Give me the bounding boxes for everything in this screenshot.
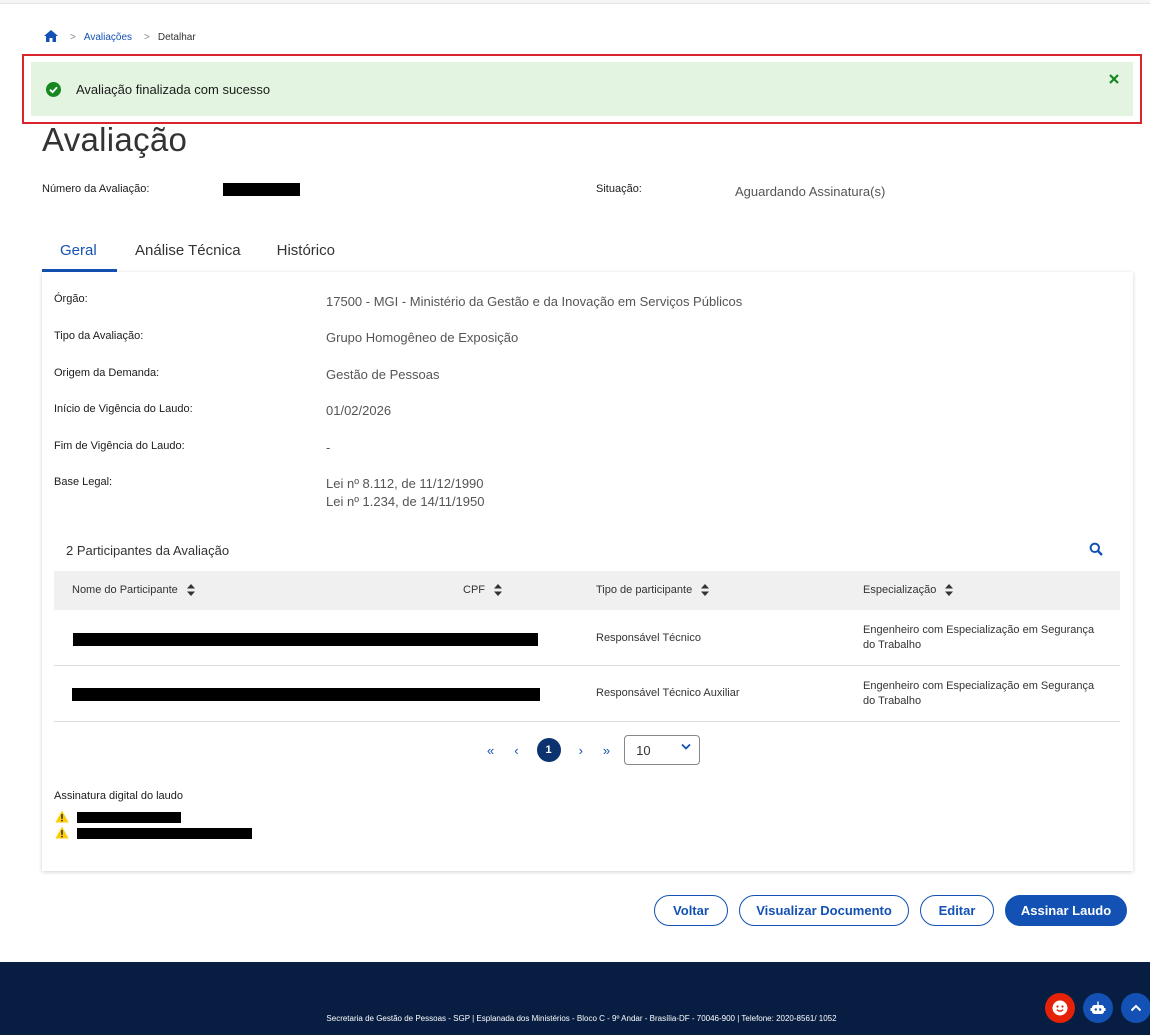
chevron-down-icon (681, 743, 691, 750)
chevron-up-icon[interactable] (1121, 993, 1150, 1023)
base-legal-label: Base Legal: (54, 476, 113, 488)
top-bar (0, 0, 1150, 4)
tab-historico[interactable]: Histórico (259, 238, 353, 272)
column-header-tipo[interactable]: Tipo de participante (596, 584, 710, 596)
table-row: Responsável Técnico Auxiliar Engenheiro … (54, 667, 1120, 722)
participant-especializacao: Engenheiro com Especialização em Seguran… (863, 679, 1094, 709)
page-size-select[interactable]: 10 (624, 735, 701, 765)
editar-button[interactable]: Editar (920, 895, 994, 926)
participants-title: 2 Participantes da Avaliação (66, 543, 230, 558)
especializacao-line: Engenheiro com Especialização em Seguran… (863, 680, 1095, 692)
redacted-numero-avaliacao (223, 183, 300, 196)
page-title: Avaliação (42, 121, 188, 158)
warning-icon (55, 810, 69, 823)
redacted-participant-name-cpf (72, 688, 540, 701)
last-page-button[interactable]: » (603, 743, 610, 758)
breadcrumb-chevron-icon: > (70, 31, 76, 43)
footer: Secretaria de Gestão de Pessoas - SGP | … (0, 962, 1150, 1035)
base-legal-value: Lei nº 8.112, de 11/12/1990 Lei nº 1.234… (326, 475, 484, 511)
tipo-avaliacao-label: Tipo da Avaliação: (54, 330, 144, 342)
warning-icon (55, 826, 69, 839)
page-size-value: 10 (636, 743, 651, 758)
tipo-avaliacao-value: Grupo Homogêneo de Exposição (326, 330, 519, 345)
participant-tipo: Responsável Técnico (596, 632, 701, 644)
especializacao-line: Engenheiro com Especialização em Seguran… (863, 624, 1095, 636)
column-header-label: Especialização (863, 584, 937, 596)
orgao-value: 17500 - MGI - Ministério da Gestão e da … (326, 294, 743, 309)
especializacao-line: do Trabalho (863, 695, 922, 707)
tab-analise-tecnica[interactable]: Análise Técnica (117, 238, 259, 272)
home-icon[interactable] (44, 30, 58, 44)
tab-geral[interactable]: Geral (42, 238, 117, 272)
footer-text: Secretaria de Gestão de Pessoas - SGP | … (326, 1014, 837, 1023)
column-header-cpf[interactable]: CPF (463, 584, 502, 596)
base-legal-item: Lei nº 1.234, de 14/11/1950 (326, 494, 485, 509)
accessibility-icon[interactable] (1045, 993, 1075, 1023)
assinar-laudo-button[interactable]: Assinar Laudo (1005, 895, 1127, 926)
orgao-label: Órgão: (54, 293, 88, 305)
column-header-label: Nome do Participante (72, 584, 178, 596)
breadcrumb: > Avaliações > Detalhar (44, 30, 196, 44)
search-icon[interactable] (1089, 542, 1105, 558)
base-legal-item: Lei nº 8.112, de 11/12/1990 (326, 476, 484, 491)
situacao-value: Aguardando Assinatura(s) (735, 184, 886, 199)
chatbot-icon[interactable] (1083, 993, 1113, 1023)
sort-icon (701, 584, 710, 596)
column-header-label: Tipo de participante (596, 584, 693, 596)
redacted-signer-name (77, 828, 252, 839)
sort-icon (186, 584, 195, 596)
first-page-button[interactable]: « (487, 743, 494, 758)
fim-vigencia-label: Fim de Vigência do Laudo: (54, 440, 185, 452)
breadcrumb-current: Detalhar (157, 31, 196, 43)
pagination: « ‹ 1 › » 10 (477, 735, 701, 765)
signature-title: Assinatura digital do laudo (54, 790, 184, 802)
next-page-button[interactable]: › (579, 743, 583, 758)
check-circle-icon (46, 81, 61, 97)
table-row: Responsável Técnico Engenheiro com Espec… (54, 611, 1120, 666)
origem-demanda-label: Origem da Demanda: (54, 367, 160, 379)
participant-tipo: Responsável Técnico Auxiliar (596, 687, 740, 699)
redacted-signer-name (77, 812, 181, 823)
sort-icon (945, 584, 954, 596)
especializacao-line: do Trabalho (863, 639, 922, 651)
column-header-nome[interactable]: Nome do Participante (72, 584, 195, 596)
column-header-label: CPF (463, 584, 485, 596)
situacao-label: Situação: (596, 183, 642, 195)
prev-page-button[interactable]: ‹ (514, 743, 518, 758)
fim-vigencia-value: - (326, 440, 331, 455)
success-alert: Avaliação finalizada com sucesso (31, 62, 1133, 116)
numero-avaliacao-label: Número da Avaliação: (42, 183, 150, 195)
voltar-button[interactable]: Voltar (654, 895, 728, 926)
tab-bar: Geral Análise Técnica Histórico (42, 238, 353, 272)
column-header-especializacao[interactable]: Especialização (863, 584, 954, 596)
inicio-vigencia-label: Início de Vigência do Laudo: (54, 403, 193, 415)
alert-message: Avaliação finalizada com sucesso (76, 81, 271, 97)
origem-demanda-value: Gestão de Pessoas (326, 367, 440, 382)
visualizar-documento-button[interactable]: Visualizar Documento (739, 895, 909, 926)
close-icon[interactable] (1107, 72, 1121, 86)
current-page-button[interactable]: 1 (536, 738, 561, 762)
participant-especializacao: Engenheiro com Especialização em Seguran… (863, 623, 1094, 653)
participants-table-header: Nome do Participante CPF Tipo de partici… (54, 571, 1120, 610)
details-card: Órgão: 17500 - MGI - Ministério da Gestã… (42, 272, 1133, 871)
inicio-vigencia-value: 01/02/2026 (326, 403, 392, 418)
breadcrumb-chevron-icon: > (144, 31, 150, 43)
breadcrumb-link-avaliacoes[interactable]: Avaliações (84, 32, 132, 43)
redacted-participant-name-cpf (73, 633, 538, 646)
sort-icon (494, 584, 502, 596)
